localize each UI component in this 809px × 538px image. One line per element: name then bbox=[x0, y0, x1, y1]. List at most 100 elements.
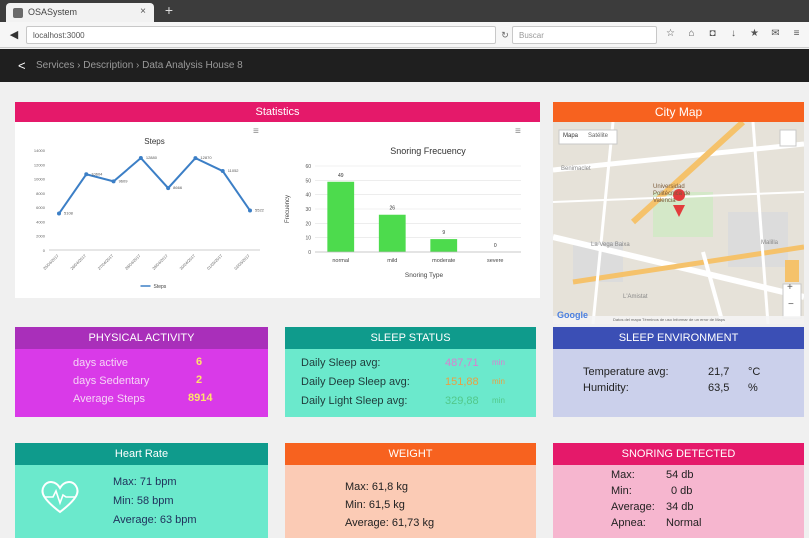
steps-data-label: 9609 bbox=[119, 178, 129, 183]
weight-average: Average: 61,73 kg bbox=[345, 517, 435, 529]
bookmark-icon[interactable]: ★ bbox=[748, 27, 761, 41]
snoring-label: Apnea: bbox=[611, 517, 646, 529]
menu-icon[interactable]: ≡ bbox=[790, 27, 803, 41]
statistics-title: Statistics bbox=[15, 102, 540, 122]
snoring-value: Normal bbox=[666, 517, 702, 529]
sleep-label: Daily Light Sleep avg: bbox=[301, 395, 408, 407]
google-logo: Google bbox=[557, 310, 588, 320]
snoring-x-tick: mild bbox=[387, 258, 397, 264]
physical-activity-panel: PHYSICAL ACTIVITY days active 6 days Sed… bbox=[15, 327, 268, 417]
map-label-road: L'Amistat bbox=[623, 294, 648, 300]
env-unit: % bbox=[748, 382, 758, 394]
sleep-unit: min bbox=[492, 396, 505, 405]
steps-x-tick: 27/04/2017 bbox=[97, 253, 115, 271]
steps-data-label: 12880 bbox=[146, 155, 158, 160]
browser-tab[interactable]: OSASystem × bbox=[6, 3, 154, 22]
snoring-x-tick: severe bbox=[487, 258, 504, 264]
search-placeholder: Buscar bbox=[519, 31, 544, 40]
steps-data-label: 12870 bbox=[200, 155, 212, 160]
steps-point bbox=[57, 211, 61, 216]
zoom-in-button[interactable]: + bbox=[787, 282, 793, 293]
map-label-road: La Vega Baixa bbox=[591, 242, 630, 248]
sleep-value: 487,71 bbox=[445, 357, 479, 369]
map-button[interactable]: Mapa bbox=[563, 133, 578, 139]
steps-series-line bbox=[58, 156, 251, 215]
home-icon[interactable]: ⌂ bbox=[685, 27, 698, 41]
steps-point bbox=[193, 156, 198, 161]
weight-title: WEIGHT bbox=[285, 443, 536, 465]
snoring-y-label: Frecuency bbox=[285, 195, 291, 223]
sleep-environment-title: SLEEP ENVIRONMENT bbox=[553, 327, 804, 349]
city-map-panel: City Map Mapa Satélite Universidad Polit… bbox=[553, 102, 804, 324]
map-label-road: Malilla bbox=[761, 240, 779, 246]
download-icon[interactable]: ↓ bbox=[727, 27, 740, 41]
snoring-y-tick: 50 bbox=[305, 178, 311, 184]
statistics-body: ≡ ≡ Steps 0 2000 4000 6000 8000 10000 12000 1400… bbox=[15, 122, 540, 298]
steps-y-tick: 14000 bbox=[34, 148, 46, 153]
map-footer-links[interactable]: Datos del mapa Términos de uso Informar … bbox=[613, 317, 725, 322]
snoring-value: 34 db bbox=[666, 501, 694, 513]
browser-back-button[interactable]: ◀ bbox=[6, 27, 22, 43]
tab-close-icon[interactable]: × bbox=[140, 6, 146, 17]
map-label-university: Universidad Politécnica de Valencia bbox=[653, 184, 691, 204]
steps-x-tick: 26/04/2017 bbox=[69, 253, 87, 271]
steps-x-tick: 29/04/2017 bbox=[151, 253, 169, 271]
pegman-icon[interactable] bbox=[785, 260, 799, 282]
heart-rate-max: Max: 71 bpm bbox=[113, 476, 177, 488]
chat-icon[interactable]: ✉ bbox=[769, 27, 782, 41]
steps-chart-title: Steps bbox=[144, 137, 164, 146]
map-canvas[interactable] bbox=[553, 122, 804, 324]
snoring-data-label: 26 bbox=[389, 206, 395, 212]
satellite-button[interactable]: Satélite bbox=[588, 133, 608, 139]
search-input[interactable]: Buscar bbox=[512, 26, 657, 44]
sleep-status-title: SLEEP STATUS bbox=[285, 327, 536, 349]
snoring-bar bbox=[378, 214, 406, 252]
url-bar[interactable]: localhost:3000 bbox=[26, 26, 496, 44]
snoring-value: 0 db bbox=[671, 485, 693, 497]
snoring-x-tick: normal bbox=[332, 258, 349, 264]
tab-title: OSASystem bbox=[28, 7, 78, 17]
snoring-y-tick: 40 bbox=[305, 193, 311, 199]
fullscreen-icon[interactable] bbox=[779, 129, 797, 147]
new-tab-button[interactable]: + bbox=[160, 3, 178, 19]
zoom-out-button[interactable]: − bbox=[788, 299, 794, 310]
breadcrumb[interactable]: Services › Description › Data Analysis H… bbox=[36, 60, 243, 71]
steps-data-label: 5108 bbox=[64, 211, 74, 216]
env-unit: °C bbox=[748, 366, 761, 378]
snoring-chart-title: Snoring Frecuency bbox=[390, 146, 466, 156]
snoring-y-tick: 60 bbox=[305, 164, 311, 170]
sleep-environment-panel: SLEEP ENVIRONMENT Temperature avg: 21,7 … bbox=[553, 327, 804, 417]
back-arrow-icon[interactable]: < bbox=[18, 58, 26, 73]
steps-y-tick: 12000 bbox=[34, 162, 46, 167]
toolbar-icons: ☆ ⌂ ◘ ↓ ★ ✉ ≡ bbox=[664, 27, 803, 43]
steps-x-tick: 01/05/2017 bbox=[206, 253, 224, 271]
weight-panel: WEIGHT Max: 61,8 kg Min: 61,5 kg Average… bbox=[285, 443, 536, 538]
heart-rate-average: Average: 63 bpm bbox=[113, 514, 197, 526]
pocket-icon[interactable]: ◘ bbox=[706, 27, 719, 41]
snoring-value: 54 db bbox=[666, 469, 694, 481]
heart-rate-body: Max: 71 bpm Min: 58 bpm Average: 63 bpm bbox=[15, 465, 268, 538]
snoring-y-tick: 0 bbox=[308, 250, 311, 256]
app-header: < Services › Description › Data Analysis… bbox=[0, 49, 809, 82]
steps-point bbox=[111, 179, 116, 184]
star-icon[interactable]: ☆ bbox=[664, 27, 677, 41]
steps-point bbox=[248, 208, 252, 213]
physical-activity-title: PHYSICAL ACTIVITY bbox=[15, 327, 268, 349]
statistics-panel: Statistics ≡ ≡ Steps 0 2000 4000 6000 8000 100… bbox=[15, 102, 540, 298]
sleep-label: Daily Deep Sleep avg: bbox=[301, 376, 410, 388]
snoring-bar bbox=[430, 239, 458, 252]
weight-max: Max: 61,8 kg bbox=[345, 481, 408, 493]
env-label: Temperature avg: bbox=[583, 366, 669, 378]
steps-y-tick: 2000 bbox=[36, 234, 46, 239]
reload-button[interactable]: ↻ bbox=[498, 26, 512, 44]
physical-label: Average Steps bbox=[73, 393, 145, 405]
sleep-unit: min bbox=[492, 358, 505, 367]
snoring-detected-panel: SNORING DETECTED Max: 54 db Min: 0 db Av… bbox=[553, 443, 804, 538]
snoring-y-tick: 10 bbox=[305, 236, 311, 242]
snoring-y-tick: 30 bbox=[305, 207, 311, 213]
steps-point bbox=[166, 186, 171, 191]
snoring-data-label: 49 bbox=[338, 173, 344, 179]
map-view[interactable]: Mapa Satélite Universidad Politécnica de… bbox=[553, 122, 804, 324]
heart-rate-panel: Heart Rate Max: 71 bpm Min: 58 bpm Avera… bbox=[15, 443, 268, 538]
physical-row: Average Steps bbox=[73, 393, 145, 405]
